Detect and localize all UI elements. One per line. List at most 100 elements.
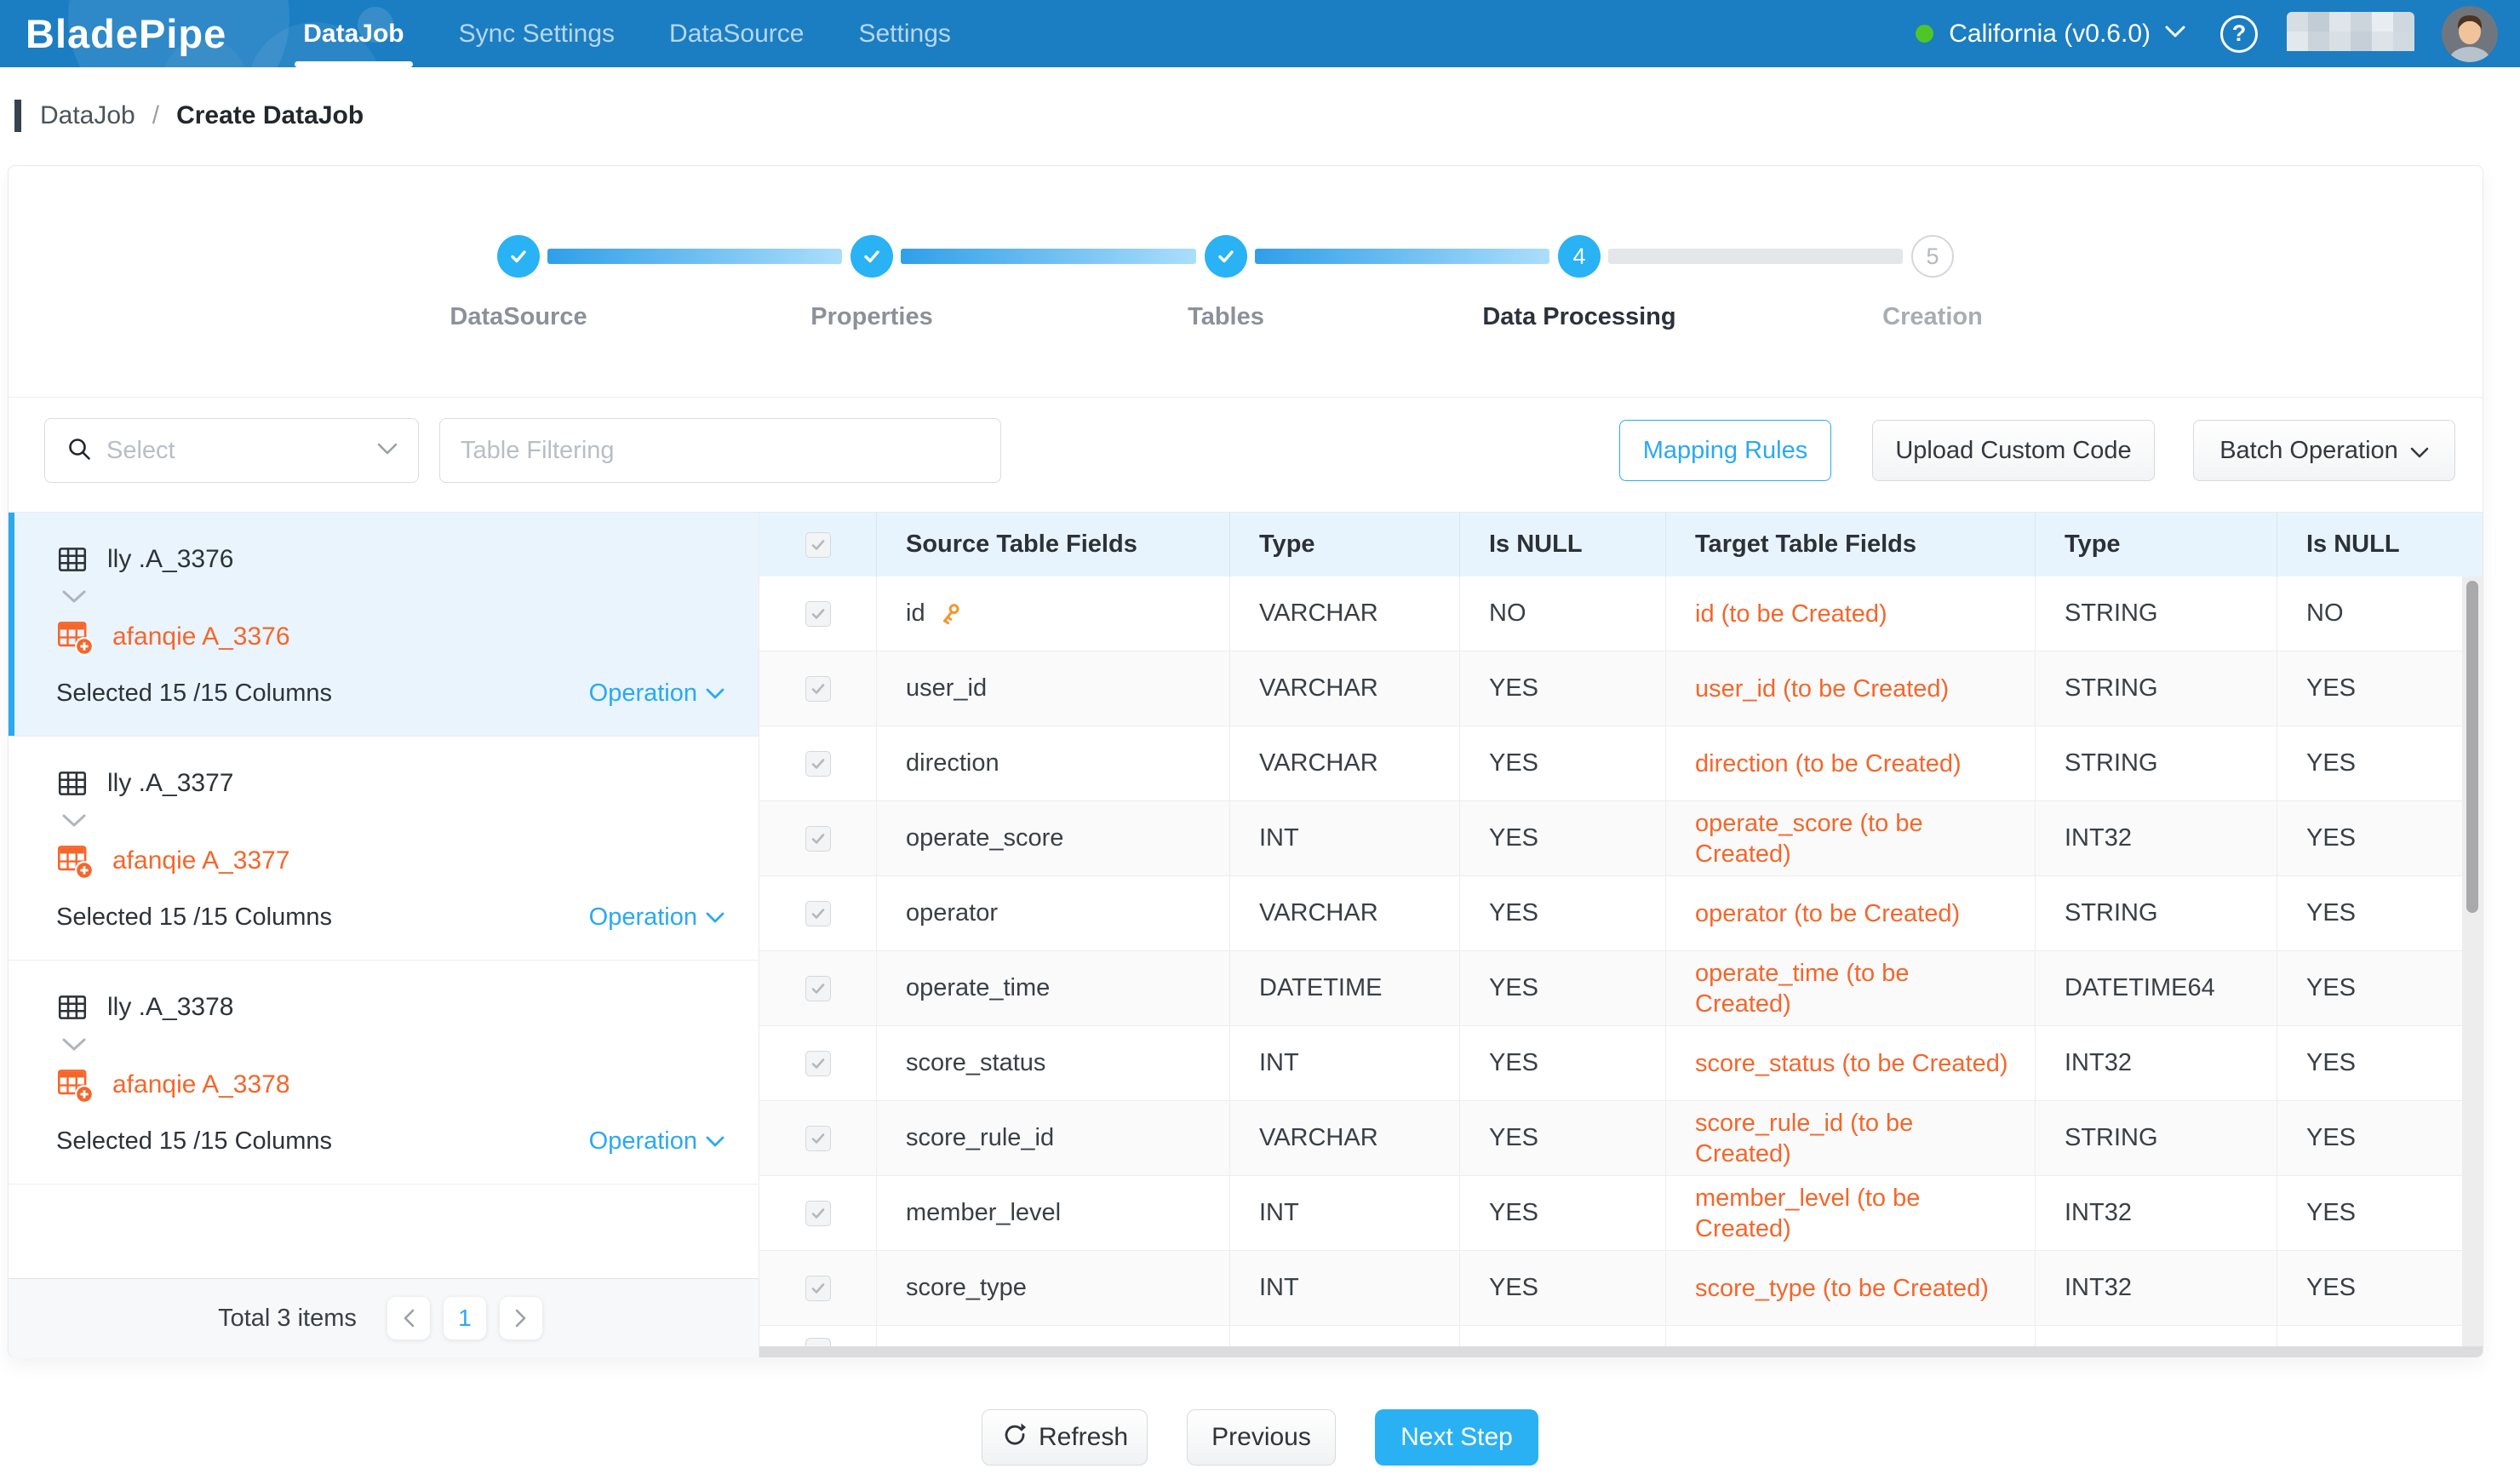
table-row: operatorVARCHARYESoperator (to be Create…: [759, 876, 2483, 951]
target-field-nullable: YES: [2277, 1026, 2483, 1100]
target-field-name[interactable]: operate_score (to be Created): [1666, 801, 2036, 875]
target-field-name[interactable]: user_id (to be Created): [1666, 651, 2036, 726]
row-checkbox[interactable]: [805, 826, 831, 852]
row-checkbox[interactable]: [805, 676, 831, 702]
nav-item-settings[interactable]: Settings: [831, 0, 977, 67]
select-all-checkbox[interactable]: [805, 532, 831, 558]
main-nav: DataJobSync SettingsDataSourceSettings: [276, 0, 978, 67]
source-field-nullable: YES: [1460, 1176, 1666, 1250]
row-checkbox[interactable]: [805, 1051, 831, 1076]
horizontal-scrollbar[interactable]: [759, 1346, 2483, 1357]
refresh-button[interactable]: Refresh: [982, 1409, 1148, 1466]
target-field-name[interactable]: operate_time (to be Created): [1666, 951, 2036, 1025]
operation-dropdown[interactable]: Operation: [589, 903, 724, 932]
target-field-nullable: YES: [2277, 1176, 2483, 1250]
source-table-icon: [56, 543, 89, 576]
row-checkbox[interactable]: [805, 601, 831, 627]
table-list-panel: lly .A_3376afanqie A_3376Selected 15 /15…: [9, 513, 759, 1357]
source-field-name: operate_score: [906, 824, 1063, 852]
source-field-type: INT: [1230, 801, 1460, 875]
primary-key-icon: [937, 601, 963, 627]
breadcrumb-separator: /: [152, 101, 159, 130]
chevron-down-icon: [61, 813, 87, 828]
pagination-next-button[interactable]: [500, 1297, 542, 1339]
search-icon: [66, 435, 93, 467]
target-field-type: STRING: [2036, 1101, 2277, 1175]
vertical-scrollbar[interactable]: [2462, 577, 2483, 1346]
divider: [9, 397, 2483, 398]
target-field-name[interactable]: id (to be Created): [1666, 577, 2036, 651]
target-field-name[interactable]: score_type (to be Created): [1666, 1251, 2036, 1325]
batch-operation-button[interactable]: Batch Operation: [2193, 420, 2455, 481]
target-field-nullable: NO: [2277, 577, 2483, 651]
upload-custom-code-button[interactable]: Upload Custom Code: [1872, 420, 2155, 481]
table-filter-input[interactable]: Table Filtering: [439, 418, 1001, 483]
column-header-target-table-fields: Target Table Fields: [1666, 513, 2036, 577]
column-header-source-table-fields: Source Table Fields: [877, 513, 1230, 577]
nav-item-datasource[interactable]: DataSource: [642, 0, 831, 67]
column-header-is-null: Is NULL: [2277, 513, 2483, 577]
source-field-name: score_type: [906, 1274, 1027, 1302]
table-row: operate_timeDATETIMEYESoperate_time (to …: [759, 951, 2483, 1026]
vertical-scrollbar-thumb[interactable]: [2466, 581, 2478, 913]
main-card: DataSourcePropertiesTables4Data Processi…: [8, 165, 2483, 1357]
check-icon: [810, 1205, 827, 1222]
operation-dropdown[interactable]: Operation: [589, 1127, 724, 1156]
target-field-name[interactable]: operator (to be Created): [1666, 876, 2036, 950]
target-field-name[interactable]: score_rule_id (to be Created): [1666, 1101, 2036, 1175]
mapping-rules-button[interactable]: Mapping Rules: [1619, 420, 1831, 481]
chevron-down-icon[interactable]: [2164, 25, 2186, 43]
pagination-page-1[interactable]: 1: [444, 1297, 486, 1339]
row-checkbox[interactable]: [805, 1126, 831, 1151]
table-pair-card[interactable]: lly .A_3377afanqie A_3377Selected 15 /15…: [9, 737, 759, 961]
target-field-name[interactable]: member_level (to be Created): [1666, 1176, 2036, 1250]
source-field-nullable: YES: [1460, 651, 1666, 726]
filter-placeholder: Table Filtering: [461, 437, 615, 465]
table-pair-card[interactable]: lly .A_3376afanqie A_3376Selected 15 /15…: [9, 513, 759, 737]
column-header-type: Type: [1230, 513, 1460, 577]
target-field-type: INT32: [2036, 1251, 2277, 1325]
operation-dropdown[interactable]: Operation: [589, 680, 724, 708]
target-table-name: afanqie A_3378: [112, 1070, 290, 1099]
upload-custom-code-label: Upload Custom Code: [1895, 437, 2131, 465]
table-pair-card[interactable]: lly .A_3378afanqie A_3378Selected 15 /15…: [9, 961, 759, 1185]
select-dropdown[interactable]: Select: [44, 418, 419, 483]
table-row: score_rule_idVARCHARYESscore_rule_id (to…: [759, 1101, 2483, 1176]
check-icon: [810, 1055, 827, 1072]
target-field-type: INT32: [2036, 801, 2277, 875]
row-checkbox[interactable]: [805, 976, 831, 1001]
target-field-nullable: YES: [2277, 651, 2483, 726]
target-field-nullable: YES: [2277, 1101, 2483, 1175]
check-icon: [810, 1280, 827, 1297]
breadcrumb-accent-bar: [14, 100, 21, 132]
mapping-chevron: [61, 813, 724, 832]
row-checkbox[interactable]: [805, 901, 831, 926]
content-split: lly .A_3376afanqie A_3376Selected 15 /15…: [9, 512, 2483, 1357]
target-field-nullable: YES: [2277, 726, 2483, 800]
target-field-name[interactable]: score_status (to be Created): [1666, 1026, 2036, 1100]
avatar[interactable]: [2442, 6, 2498, 62]
selected-columns-info: Selected 15 /15 Columns: [56, 1127, 332, 1156]
previous-button[interactable]: Previous: [1187, 1409, 1336, 1466]
row-checkbox[interactable]: [805, 751, 831, 777]
region-selector[interactable]: California (v0.6.0): [1949, 20, 2151, 49]
target-field-type: INT32: [2036, 1176, 2277, 1250]
source-field-nullable: YES: [1460, 951, 1666, 1025]
row-checkbox[interactable]: [805, 1276, 831, 1301]
nav-item-sync-settings[interactable]: Sync Settings: [432, 0, 642, 67]
nav-item-datajob[interactable]: DataJob: [276, 0, 431, 67]
target-field-nullable: YES: [2277, 876, 2483, 950]
pagination-prev-button[interactable]: [387, 1297, 430, 1339]
step-label: Data Processing: [1435, 303, 1724, 331]
help-icon[interactable]: ?: [2220, 15, 2258, 53]
step-properties: Properties: [727, 235, 1017, 331]
row-checkbox[interactable]: [805, 1201, 831, 1226]
next-step-button[interactable]: Next Step: [1375, 1409, 1538, 1466]
source-field-name: member_level: [906, 1199, 1061, 1227]
source-field-name: score_rule_id: [906, 1124, 1054, 1152]
mapping-rules-label: Mapping Rules: [1643, 437, 1807, 465]
previous-label: Previous: [1211, 1423, 1311, 1452]
target-field-name[interactable]: direction (to be Created): [1666, 726, 2036, 800]
breadcrumb-parent[interactable]: DataJob: [40, 101, 135, 130]
source-field-nullable: YES: [1460, 1026, 1666, 1100]
